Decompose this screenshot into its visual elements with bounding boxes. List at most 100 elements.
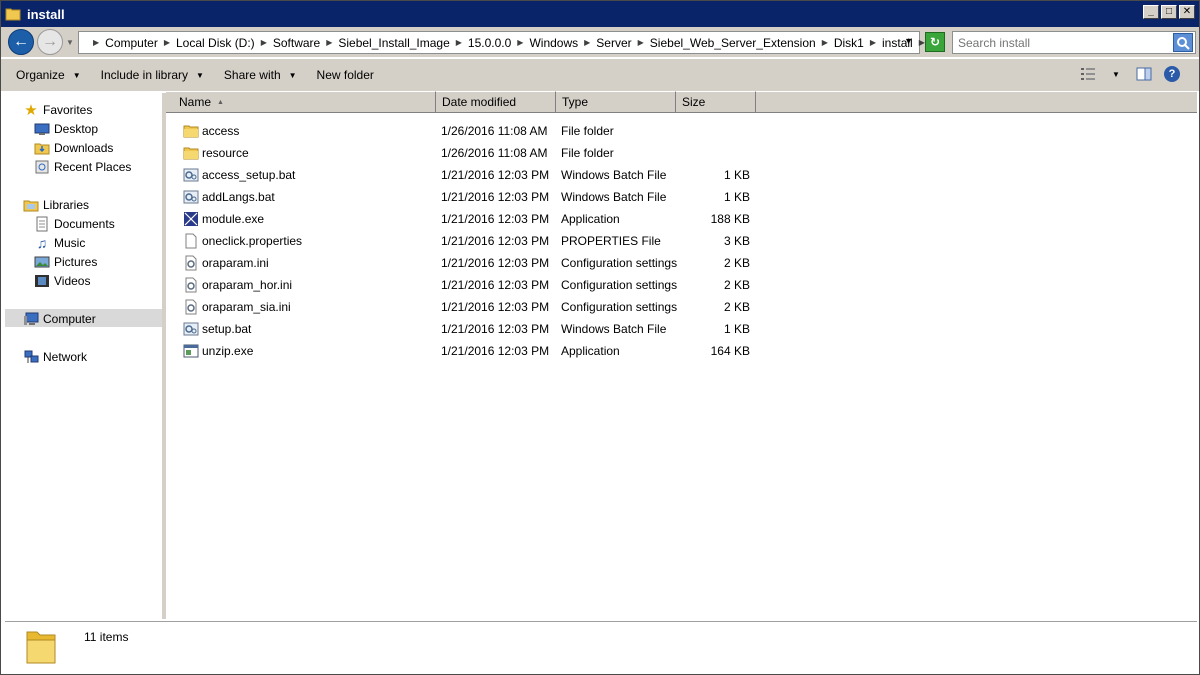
- folder-icon: [183, 147, 199, 160]
- libraries-icon: [23, 200, 39, 211]
- file-row[interactable]: oraparam.ini 1/21/2016 12:03 PM Configur…: [166, 252, 1197, 274]
- breadcrumb-item[interactable]: Siebel_Web_Server_Extension: [650, 36, 816, 50]
- address-bar[interactable]: ▶ Computer ▶ Local Disk (D:) ▶ Software …: [78, 31, 925, 54]
- file-row[interactable]: setup.bat 1/21/2016 12:03 PM Windows Bat…: [166, 318, 1197, 340]
- search-box[interactable]: [952, 31, 1196, 54]
- recent-pages-button[interactable]: ▼: [65, 35, 75, 49]
- file-row[interactable]: access 1/26/2016 11:08 AM File folder: [166, 120, 1197, 142]
- breadcrumb-separator-icon[interactable]: ▶: [919, 38, 925, 47]
- breadcrumb-item[interactable]: Server: [596, 36, 631, 50]
- breadcrumb-item[interactable]: Software: [273, 36, 320, 50]
- file-size: 1 KB: [723, 322, 750, 336]
- nav-item-videos[interactable]: Videos: [34, 271, 90, 290]
- star-icon: ★: [24, 101, 38, 119]
- column-header-type[interactable]: Type: [556, 91, 676, 113]
- close-button[interactable]: ✕: [1179, 5, 1195, 19]
- file-date: 1/21/2016 12:03 PM: [441, 322, 550, 336]
- breadcrumb-separator-icon[interactable]: ▶: [326, 38, 332, 47]
- search-button[interactable]: [1173, 33, 1193, 52]
- nav-item-documents[interactable]: Documents: [34, 214, 115, 233]
- nav-item-desktop[interactable]: Desktop: [34, 119, 98, 138]
- minimize-button[interactable]: _: [1143, 5, 1159, 19]
- refresh-button[interactable]: ↻: [925, 32, 945, 52]
- file-row[interactable]: oneclick.properties 1/21/2016 12:03 PM P…: [166, 230, 1197, 252]
- breadcrumb-separator-icon[interactable]: ▶: [870, 38, 876, 47]
- chevron-down-icon: ▼: [196, 70, 204, 80]
- nav-network[interactable]: Network: [23, 347, 87, 366]
- nav-item-pictures[interactable]: Pictures: [34, 252, 97, 271]
- column-header-label: Type: [562, 95, 589, 109]
- nav-item-recent-places[interactable]: Recent Places: [34, 157, 131, 176]
- file-row[interactable]: oraparam_sia.ini 1/21/2016 12:03 PM Conf…: [166, 296, 1197, 318]
- include-in-library-label: Include in library: [100, 68, 188, 82]
- breadcrumb-separator-icon[interactable]: ▶: [517, 38, 523, 47]
- breadcrumb-item[interactable]: 15.0.0.0: [468, 36, 511, 50]
- details-view-icon: [1081, 68, 1095, 80]
- nav-computer[interactable]: Computer: [23, 309, 96, 328]
- breadcrumb-separator-icon[interactable]: ▶: [822, 38, 828, 47]
- new-folder-button[interactable]: New folder: [309, 63, 382, 87]
- file-list: Name ▲ Date modified Type Size access 1/…: [166, 91, 1197, 619]
- column-header-label: Size: [682, 95, 706, 109]
- command-bar: Organize ▼ Include in library ▼ Share wi…: [1, 59, 1199, 91]
- address-history-dropdown-icon[interactable]: ▼: [904, 36, 913, 46]
- file-date: 1/21/2016 12:03 PM: [441, 344, 550, 358]
- nav-libraries[interactable]: Libraries: [23, 195, 89, 214]
- column-header-label: Date modified: [442, 95, 517, 109]
- file-date: 1/21/2016 12:03 PM: [441, 256, 550, 270]
- preview-pane-icon: [1136, 67, 1152, 81]
- breadcrumb-separator-icon[interactable]: ▶: [638, 38, 644, 47]
- file-row[interactable]: access_setup.bat 1/21/2016 12:03 PM Wind…: [166, 164, 1197, 186]
- file-row[interactable]: unzip.exe 1/21/2016 12:03 PM Application…: [166, 340, 1197, 362]
- include-in-library-button[interactable]: Include in library ▼: [93, 63, 212, 87]
- preview-pane-button[interactable]: [1135, 65, 1153, 83]
- breadcrumb-item[interactable]: Local Disk (D:): [176, 36, 255, 50]
- view-options-dropdown[interactable]: ▼: [1107, 65, 1125, 83]
- chevron-down-icon: ▼: [66, 37, 74, 47]
- file-type: Application: [561, 212, 620, 226]
- change-view-button[interactable]: [1079, 65, 1097, 83]
- breadcrumb-separator-icon[interactable]: ▶: [584, 38, 590, 47]
- file-row[interactable]: addLangs.bat 1/21/2016 12:03 PM Windows …: [166, 186, 1197, 208]
- search-icon: [1177, 36, 1190, 50]
- breadcrumb-item[interactable]: Disk1: [834, 36, 864, 50]
- title-bar[interactable]: install _ □ ✕: [1, 1, 1199, 27]
- application-icon: [183, 344, 199, 358]
- column-header-size[interactable]: Size: [676, 91, 756, 113]
- breadcrumb-separator-icon[interactable]: ▶: [93, 38, 99, 47]
- nav-libraries-label: Libraries: [43, 197, 90, 212]
- file-row[interactable]: module.exe 1/21/2016 12:03 PM Applicatio…: [166, 208, 1197, 230]
- settings-file-icon: [185, 299, 197, 315]
- nav-item-downloads[interactable]: Downloads: [34, 138, 113, 157]
- column-header-date-modified[interactable]: Date modified: [436, 91, 556, 113]
- nav-favorites[interactable]: ★ Favorites: [23, 100, 92, 119]
- file-row[interactable]: oraparam_hor.ini 1/21/2016 12:03 PM Conf…: [166, 274, 1197, 296]
- breadcrumb-item[interactable]: Siebel_Install_Image: [338, 36, 449, 50]
- column-header-empty: [756, 91, 1197, 113]
- help-button[interactable]: ?: [1163, 65, 1181, 83]
- documents-icon: [36, 216, 48, 231]
- breadcrumb-separator-icon[interactable]: ▶: [261, 38, 267, 47]
- file-size: 2 KB: [723, 256, 750, 270]
- file-type: File folder: [561, 146, 614, 160]
- new-folder-label: New folder: [316, 68, 374, 82]
- forward-button[interactable]: →: [37, 29, 63, 55]
- breadcrumb-separator-icon[interactable]: ▶: [456, 38, 462, 47]
- column-header-name[interactable]: Name ▲: [166, 91, 436, 113]
- nav-item-label: Videos: [54, 273, 91, 288]
- file-name: access_setup.bat: [202, 168, 296, 182]
- refresh-icon: ↻: [929, 35, 941, 49]
- file-name: oraparam_sia.ini: [202, 300, 291, 314]
- organize-button[interactable]: Organize ▼: [8, 63, 89, 87]
- folder-icon: [183, 125, 199, 138]
- breadcrumb-item[interactable]: Windows: [529, 36, 578, 50]
- nav-item-music[interactable]: ♫ Music: [34, 233, 86, 252]
- search-input[interactable]: [953, 35, 1163, 50]
- file-row[interactable]: resource 1/26/2016 11:08 AM File folder: [166, 142, 1197, 164]
- breadcrumb-separator-icon[interactable]: ▶: [164, 38, 170, 47]
- nav-item-label: Music: [54, 235, 86, 250]
- breadcrumb-item[interactable]: Computer: [105, 36, 158, 50]
- share-with-button[interactable]: Share with ▼: [216, 63, 305, 87]
- maximize-button[interactable]: □: [1161, 5, 1177, 19]
- back-button[interactable]: ←: [8, 29, 34, 55]
